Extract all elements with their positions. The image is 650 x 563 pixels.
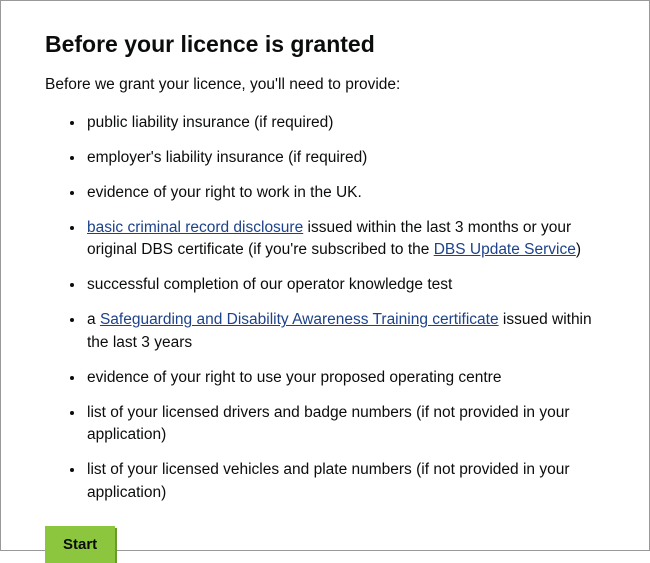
- inline-link[interactable]: DBS Update Service: [434, 241, 576, 258]
- inline-link[interactable]: basic criminal record disclosure: [87, 219, 303, 236]
- list-item: evidence of your right to work in the UK…: [85, 182, 605, 204]
- list-item: public liability insurance (if required): [85, 112, 605, 134]
- requirements-list: public liability insurance (if required)…: [45, 112, 605, 504]
- inline-link[interactable]: Safeguarding and Disability Awareness Tr…: [100, 311, 499, 328]
- list-item: list of your licensed vehicles and plate…: [85, 459, 605, 504]
- list-item: list of your licensed drivers and badge …: [85, 402, 605, 447]
- intro-text: Before we grant your licence, you'll nee…: [45, 76, 605, 94]
- start-button[interactable]: Start: [45, 526, 115, 563]
- list-item: successful completion of our operator kn…: [85, 274, 605, 296]
- list-item: employer's liability insurance (if requi…: [85, 147, 605, 169]
- list-item: a Safeguarding and Disability Awareness …: [85, 309, 605, 354]
- page-heading: Before your licence is granted: [45, 31, 605, 58]
- list-item: basic criminal record disclosure issued …: [85, 217, 605, 262]
- page-container: Before your licence is granted Before we…: [0, 0, 650, 551]
- list-item: evidence of your right to use your propo…: [85, 367, 605, 389]
